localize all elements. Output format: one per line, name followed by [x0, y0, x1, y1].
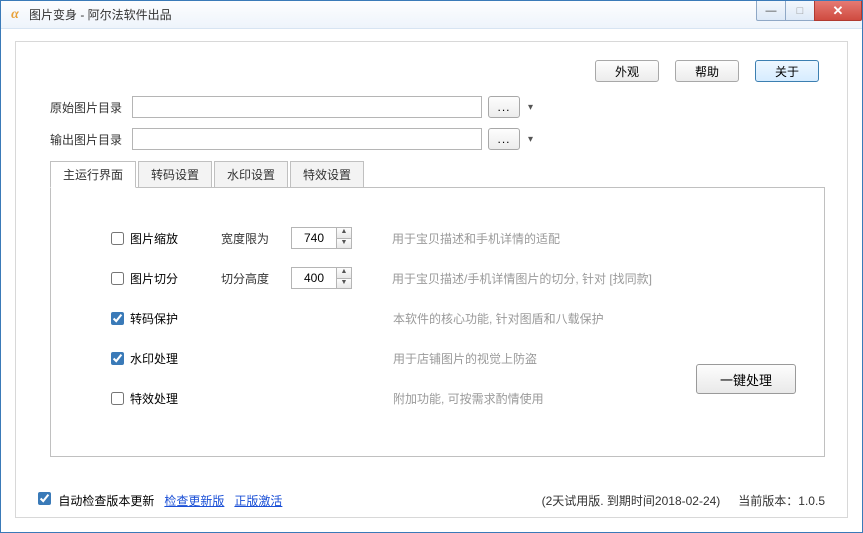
option-protect-hint: 本软件的核心功能, 针对图盾和八载保护	[393, 310, 604, 327]
option-split-hint: 用于宝贝描述/手机详情图片的切分, 针对 [找同款]	[392, 270, 652, 287]
option-watermark-checkbox[interactable]	[111, 352, 124, 365]
tab-panel-main: 图片缩放 宽度限为 ▲ ▼ 用于宝贝描述和手机详情的适配	[50, 187, 825, 457]
app-icon: α	[7, 7, 23, 23]
auto-update-label: 自动检查版本更新	[58, 494, 154, 508]
window-controls: ― □ ✕	[757, 1, 862, 21]
option-protect-checkbox[interactable]	[111, 312, 124, 325]
footer-right: (2天试用版. 到期时间2018-02-24) 当前版本：1.0.5	[542, 492, 825, 509]
help-button[interactable]: 帮助	[675, 60, 739, 82]
process-button[interactable]: 一键处理	[696, 364, 796, 394]
option-effects[interactable]: 特效处理	[111, 390, 221, 407]
top-button-bar: 外观 帮助 关于	[38, 60, 825, 82]
split-height-spinner[interactable]: ▲ ▼	[291, 267, 352, 289]
check-update-link[interactable]: 检查更新版	[164, 492, 224, 509]
option-scale[interactable]: 图片缩放	[111, 230, 221, 247]
auto-update-checkbox[interactable]	[38, 492, 51, 505]
app-window: α 图片变身 - 阿尔法软件出品 ― □ ✕ 外观 帮助 关于 原始图片目录 .…	[0, 0, 863, 533]
option-protect[interactable]: 转码保护	[111, 310, 221, 327]
option-scale-hint: 用于宝贝描述和手机详情的适配	[392, 230, 560, 247]
spinner-up-icon[interactable]: ▲	[337, 228, 351, 238]
option-effects-checkbox[interactable]	[111, 392, 124, 405]
tab-effects[interactable]: 特效设置	[290, 161, 364, 188]
option-protect-label: 转码保护	[130, 310, 178, 327]
option-scale-label: 图片缩放	[130, 230, 178, 247]
maximize-button[interactable]: □	[785, 1, 815, 21]
about-button[interactable]: 关于	[755, 60, 819, 82]
activate-link[interactable]: 正版激活	[234, 492, 282, 509]
tab-transcode[interactable]: 转码设置	[138, 161, 212, 188]
option-watermark-label: 水印处理	[130, 350, 178, 367]
minimize-icon: ―	[766, 5, 777, 17]
source-path-input[interactable]	[132, 96, 482, 118]
close-icon: ✕	[833, 3, 844, 19]
trial-text: (2天试用版. 到期时间2018-02-24)	[542, 492, 721, 509]
spinner-down-icon[interactable]: ▼	[337, 278, 351, 288]
split-height-input[interactable]	[292, 268, 336, 288]
tab-watermark[interactable]: 水印设置	[214, 161, 288, 188]
source-path-row: 原始图片目录 ... ▾	[38, 96, 825, 118]
close-button[interactable]: ✕	[814, 1, 862, 21]
client-area: 外观 帮助 关于 原始图片目录 ... ▾ 输出图片目录 ... ▾ 主运行界面…	[15, 41, 848, 518]
option-watermark[interactable]: 水印处理	[111, 350, 221, 367]
option-split-row: 图片切分 切分高度 ▲ ▼ 用于宝贝描述/手机详情图片的切分, 针对 [找同款]	[111, 258, 804, 298]
footer-left: 自动检查版本更新 检查更新版 正版激活	[38, 492, 282, 509]
option-watermark-hint: 用于店铺图片的视觉上防盗	[393, 350, 537, 367]
chevron-down-icon[interactable]: ▾	[528, 102, 533, 113]
output-path-input[interactable]	[132, 128, 482, 150]
option-split-param-label: 切分高度	[221, 270, 291, 287]
version-text: 当前版本：1.0.5	[738, 492, 825, 509]
option-scale-param-label: 宽度限为	[221, 230, 291, 247]
spinner-buttons: ▲ ▼	[336, 228, 351, 248]
source-path-label: 原始图片目录	[50, 99, 132, 116]
option-scale-checkbox[interactable]	[111, 232, 124, 245]
window-title: 图片变身 - 阿尔法软件出品	[29, 6, 172, 23]
scale-width-input[interactable]	[292, 228, 336, 248]
maximize-icon: □	[797, 5, 804, 17]
tab-row: 主运行界面 转码设置 水印设置 特效设置	[50, 161, 825, 188]
option-protect-row: 转码保护 本软件的核心功能, 针对图盾和八载保护	[111, 298, 804, 338]
option-effects-label: 特效处理	[130, 390, 178, 407]
output-path-row: 输出图片目录 ... ▾	[38, 128, 825, 150]
option-split-label: 图片切分	[130, 270, 178, 287]
chevron-down-icon[interactable]: ▾	[528, 134, 533, 145]
option-split-checkbox[interactable]	[111, 272, 124, 285]
minimize-button[interactable]: ―	[756, 1, 786, 21]
titlebar: α 图片变身 - 阿尔法软件出品 ― □ ✕	[1, 1, 862, 29]
tab-main[interactable]: 主运行界面	[50, 161, 136, 188]
output-path-label: 输出图片目录	[50, 131, 132, 148]
option-split[interactable]: 图片切分	[111, 270, 221, 287]
scale-width-spinner[interactable]: ▲ ▼	[291, 227, 352, 249]
auto-update[interactable]: 自动检查版本更新	[38, 492, 154, 509]
output-browse-button[interactable]: ...	[488, 128, 520, 150]
source-browse-button[interactable]: ...	[488, 96, 520, 118]
footer: 自动检查版本更新 检查更新版 正版激活 (2天试用版. 到期时间2018-02-…	[38, 492, 825, 509]
tabs: 主运行界面 转码设置 水印设置 特效设置 图片缩放 宽度限为 ▲	[38, 160, 825, 457]
spinner-buttons: ▲ ▼	[336, 268, 351, 288]
spinner-down-icon[interactable]: ▼	[337, 238, 351, 248]
option-scale-row: 图片缩放 宽度限为 ▲ ▼ 用于宝贝描述和手机详情的适配	[111, 218, 804, 258]
spinner-up-icon[interactable]: ▲	[337, 268, 351, 278]
option-effects-hint: 附加功能, 可按需求酌情使用	[393, 390, 544, 407]
appearance-button[interactable]: 外观	[595, 60, 659, 82]
